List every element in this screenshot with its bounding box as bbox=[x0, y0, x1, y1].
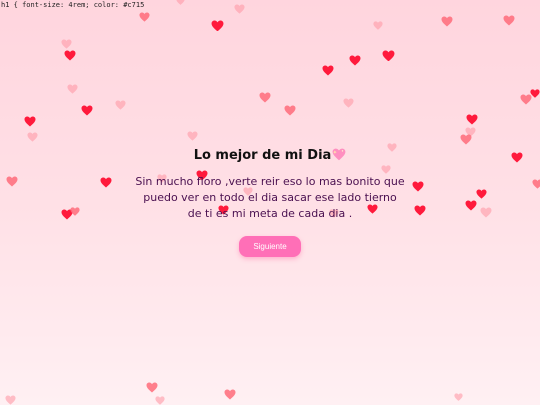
heart-icon bbox=[531, 178, 540, 189]
heart-icon bbox=[186, 130, 198, 141]
heart-icon bbox=[61, 209, 73, 220]
next-button[interactable]: Siguiente bbox=[239, 236, 301, 257]
main-card: Lo mejor de mi Dia Sin mucho floro ,vert… bbox=[120, 146, 420, 257]
heart-icon bbox=[382, 50, 395, 62]
heart-icon bbox=[211, 20, 224, 32]
heart-icon bbox=[284, 105, 296, 116]
heart-icon bbox=[453, 392, 463, 401]
heart-icon bbox=[441, 16, 453, 27]
heart-icon bbox=[466, 114, 478, 125]
heart-icon bbox=[26, 131, 38, 142]
heart-icon bbox=[146, 382, 158, 393]
heart-icon bbox=[460, 134, 472, 145]
heart-icon bbox=[138, 11, 150, 22]
heart-icon bbox=[70, 207, 80, 216]
sparkling-heart-icon bbox=[332, 148, 346, 161]
css-leak-text: h1 { font-size: 4rem; color: #c715 bbox=[1, 1, 145, 9]
heart-icon bbox=[480, 207, 492, 218]
heart-icon bbox=[322, 65, 334, 76]
page-title: Lo mejor de mi Dia bbox=[120, 146, 420, 166]
heart-icon bbox=[342, 97, 354, 108]
heart-icon bbox=[155, 396, 165, 405]
heart-icon bbox=[349, 55, 361, 66]
heart-icon bbox=[530, 89, 540, 98]
heart-icon bbox=[100, 177, 112, 188]
heart-icon bbox=[465, 200, 477, 211]
heart-icon bbox=[520, 94, 532, 105]
heart-icon bbox=[64, 50, 76, 61]
heart-icon bbox=[4, 394, 16, 405]
heart-icon bbox=[259, 92, 271, 103]
heart-icon bbox=[6, 176, 18, 187]
heart-icon bbox=[24, 116, 36, 127]
heart-icon bbox=[66, 83, 78, 94]
heart-icon bbox=[176, 0, 185, 5]
heart-icon bbox=[233, 3, 245, 14]
heart-icon bbox=[114, 99, 126, 110]
heart-icon bbox=[511, 152, 523, 163]
heart-icon bbox=[60, 38, 72, 49]
heart-icon bbox=[464, 126, 476, 137]
heart-icon bbox=[81, 105, 93, 116]
heart-icon bbox=[503, 15, 515, 26]
title-text: Lo mejor de mi Dia bbox=[193, 148, 332, 163]
heart-icon bbox=[475, 188, 487, 199]
heart-icon bbox=[373, 21, 383, 30]
love-message: Sin mucho floro ,verte reir eso lo mas b… bbox=[135, 175, 405, 220]
heart-icon bbox=[224, 389, 236, 400]
